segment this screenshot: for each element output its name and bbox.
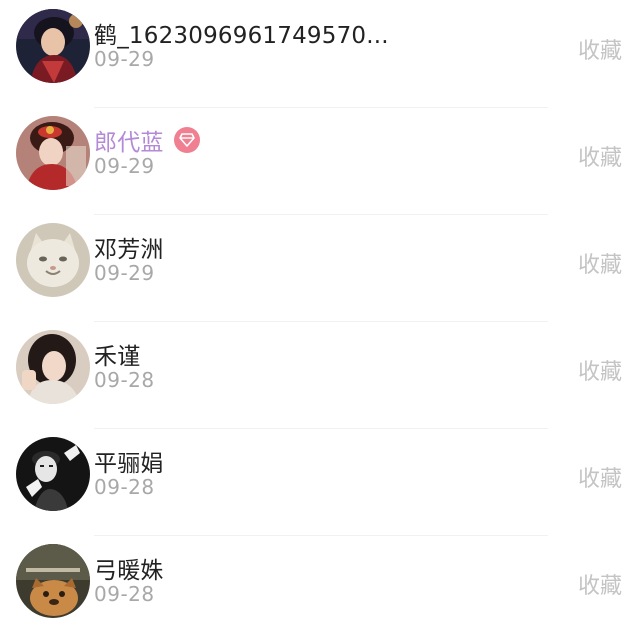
avatar[interactable] bbox=[16, 116, 90, 190]
name-line: 邓芳洲 bbox=[94, 230, 164, 264]
user-name[interactable]: 弓暖姝 bbox=[94, 551, 164, 585]
user-name[interactable]: 郎代蓝 bbox=[94, 123, 164, 157]
collect-button[interactable]: 收藏 bbox=[578, 461, 622, 493]
avatar-dark-portrait-icon bbox=[16, 9, 90, 83]
collect-button[interactable]: 收藏 bbox=[578, 33, 622, 65]
avatar[interactable] bbox=[16, 330, 90, 404]
date: 09-28 bbox=[94, 368, 155, 392]
avatar-bw-mime-icon bbox=[16, 437, 90, 511]
name-line: 禾谨 bbox=[94, 337, 140, 371]
avatar-cat-icon bbox=[16, 223, 90, 297]
collect-button[interactable]: 收藏 bbox=[578, 568, 622, 600]
date: 09-29 bbox=[94, 47, 155, 71]
avatar-dog-meme-icon bbox=[16, 544, 90, 618]
divider bbox=[94, 428, 548, 429]
date: 09-28 bbox=[94, 475, 155, 499]
name-line: 平骊娟 bbox=[94, 444, 164, 478]
divider bbox=[94, 107, 548, 108]
collect-button[interactable]: 收藏 bbox=[578, 140, 622, 172]
divider bbox=[94, 321, 548, 322]
user-name[interactable]: 禾谨 bbox=[94, 337, 140, 371]
list-item[interactable]: 弓暖姝 09-28 收藏 bbox=[0, 535, 640, 642]
vip-diamond-icon bbox=[173, 127, 200, 153]
user-name[interactable]: 鹤_1623096961749570... bbox=[94, 16, 389, 50]
list-item[interactable]: 邓芳洲 09-29 收藏 bbox=[0, 214, 640, 321]
date: 09-29 bbox=[94, 261, 155, 285]
collector-list: 鹤_1623096961749570... 09-29 收藏 郎代蓝 09-29… bbox=[0, 0, 640, 641]
avatar[interactable] bbox=[16, 223, 90, 297]
divider bbox=[94, 214, 548, 215]
date: 09-29 bbox=[94, 154, 155, 178]
user-name[interactable]: 邓芳洲 bbox=[94, 230, 164, 264]
avatar-red-costume-icon bbox=[16, 116, 90, 190]
list-item[interactable]: 郎代蓝 09-29 收藏 bbox=[0, 107, 640, 214]
divider bbox=[94, 535, 548, 536]
name-line: 鹤_1623096961749570... bbox=[94, 16, 389, 50]
list-item[interactable]: 鹤_1623096961749570... 09-29 收藏 bbox=[0, 0, 640, 107]
date: 09-28 bbox=[94, 582, 155, 606]
list-item[interactable]: 平骊娟 09-28 收藏 bbox=[0, 428, 640, 535]
name-line: 郎代蓝 bbox=[94, 123, 200, 157]
collect-button[interactable]: 收藏 bbox=[578, 354, 622, 386]
user-name[interactable]: 平骊娟 bbox=[94, 444, 164, 478]
list-item[interactable]: 禾谨 09-28 收藏 bbox=[0, 321, 640, 428]
avatar[interactable] bbox=[16, 544, 90, 618]
avatar-girl-icon bbox=[16, 330, 90, 404]
collect-button[interactable]: 收藏 bbox=[578, 247, 622, 279]
name-line: 弓暖姝 bbox=[94, 551, 164, 585]
avatar[interactable] bbox=[16, 9, 90, 83]
avatar[interactable] bbox=[16, 437, 90, 511]
